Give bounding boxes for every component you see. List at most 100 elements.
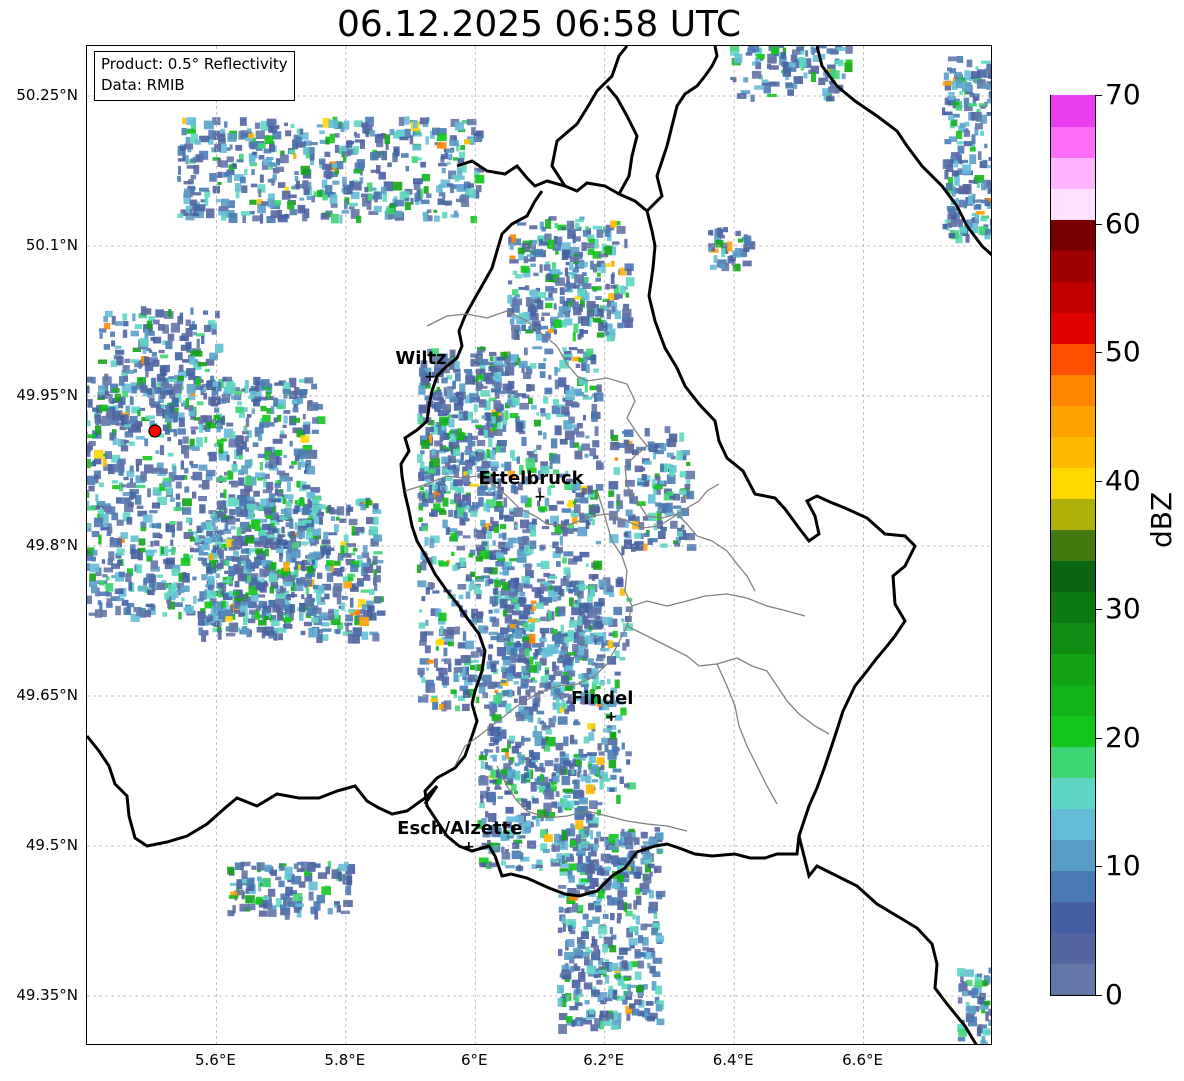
radar-echo-pixel [552, 715, 557, 723]
radar-echo-pixel [985, 228, 991, 235]
radar-echo-pixel [579, 216, 585, 220]
radar-echo-pixel [300, 461, 306, 468]
radar-echo-pixel [478, 755, 487, 761]
radar-echo-pixel [112, 388, 120, 393]
radar-echo-pixel [288, 150, 296, 154]
radar-echo-pixel [520, 495, 528, 504]
radar-echo-pixel [320, 213, 330, 220]
radar-echo-pixel [300, 165, 310, 175]
radar-echo-pixel [649, 538, 658, 543]
radar-echo-pixel [577, 772, 581, 778]
radar-echo-pixel [563, 794, 571, 799]
radar-echo-pixel [134, 324, 143, 330]
radar-echo-pixel [488, 438, 493, 448]
radar-echo-pixel [272, 604, 280, 613]
radar-echo-pixel [242, 619, 248, 626]
radar-echo-pixel [785, 83, 794, 89]
radar-echo-pixel [569, 734, 575, 744]
radar-echo-pixel [354, 133, 360, 138]
radar-echo-pixel [206, 591, 217, 599]
radar-echo-pixel [586, 752, 597, 756]
radar-echo-pixel [331, 213, 339, 224]
radar-echo-pixel [457, 584, 467, 590]
radar-echo-pixel [588, 902, 595, 911]
radar-echo-pixel [666, 502, 673, 513]
radar-echo-pixel [679, 432, 685, 442]
radar-echo-pixel [429, 538, 435, 549]
radar-echo-pixel [540, 408, 546, 414]
radar-echo-pixel [87, 420, 91, 427]
radar-echo-pixel [347, 633, 354, 644]
radar-echo-pixel [174, 475, 184, 481]
radar-echo-pixel [959, 91, 963, 95]
radar-echo-pixel [484, 748, 489, 756]
radar-echo-pixel [282, 388, 291, 395]
radar-echo-pixel [577, 905, 584, 911]
radar-echo-pixel [543, 264, 551, 271]
radar-echo-pixel [392, 181, 403, 191]
radar-echo-pixel [417, 580, 427, 588]
radar-echo-pixel [986, 64, 991, 69]
radar-echo-pixel [356, 215, 362, 224]
radar-echo-pixel [599, 681, 605, 686]
radar-echo-pixel [654, 827, 660, 832]
radar-echo-pixel [755, 65, 762, 70]
radar-echo-pixel [531, 643, 541, 648]
radar-echo-pixel [980, 105, 986, 109]
radar-echo-pixel [320, 597, 325, 602]
radar-echo-pixel [177, 213, 184, 218]
radar-echo-pixel [657, 531, 666, 539]
radar-echo-pixel [251, 408, 255, 414]
radar-echo-pixel [130, 549, 140, 560]
radar-echo-pixel [525, 563, 532, 573]
radar-echo-pixel [302, 180, 309, 189]
radar-echo-pixel [557, 997, 563, 1007]
radar-echo-pixel [228, 213, 238, 223]
radar-echo-pixel [274, 483, 281, 488]
radar-echo-pixel [257, 453, 267, 458]
radar-echo-pixel [247, 496, 255, 501]
radar-echo-pixel [610, 274, 615, 285]
radar-echo-pixel [216, 346, 222, 354]
radar-echo-pixel [600, 764, 605, 770]
radar-echo-pixel [583, 358, 588, 364]
radar-echo-pixel [143, 577, 148, 584]
radar-echo-pixel [311, 383, 318, 390]
radar-echo-pixel [524, 826, 532, 833]
radar-echo-pixel [444, 201, 451, 206]
radar-echo-pixel [423, 186, 429, 194]
radar-echo-pixel [335, 629, 341, 635]
radar-echo-pixel [442, 519, 448, 529]
radar-echo-pixel [956, 78, 963, 89]
radar-echo-pixel [135, 436, 145, 440]
radar-map[interactable]: + + + + [86, 45, 992, 1045]
radar-echo-pixel [541, 767, 546, 773]
radar-echo-pixel [229, 509, 236, 516]
radar-echo-pixel [585, 435, 590, 439]
radar-echo-pixel [98, 580, 105, 586]
radar-echo-pixel [137, 585, 147, 592]
radar-echo-pixel [584, 635, 594, 645]
radar-echo-pixel [504, 542, 514, 549]
radar-echo-pixel [208, 130, 215, 140]
radar-echo-pixel [587, 485, 593, 495]
radar-echo-pixel [329, 133, 335, 144]
radar-echo-pixel [553, 319, 562, 328]
radar-echo-pixel [233, 550, 239, 554]
radar-echo-pixel [360, 589, 370, 593]
radar-echo-pixel [142, 514, 153, 523]
radar-echo-pixel [577, 349, 584, 354]
radar-echo-pixel [422, 212, 428, 222]
radar-echo-pixel [284, 494, 294, 499]
radar-echo-pixel [103, 453, 107, 457]
radar-echo-pixel [419, 468, 425, 476]
radar-echo-pixel [179, 335, 189, 341]
radar-echo-pixel [360, 504, 366, 511]
radar-echo-pixel [169, 403, 174, 414]
radar-echo-pixel [253, 490, 260, 497]
radar-echo-pixel [564, 952, 574, 960]
radar-echo-pixel [550, 858, 554, 862]
radar-echo-pixel [942, 107, 946, 116]
radar-echo-pixel [534, 591, 542, 599]
radar-echo-pixel [518, 755, 524, 765]
